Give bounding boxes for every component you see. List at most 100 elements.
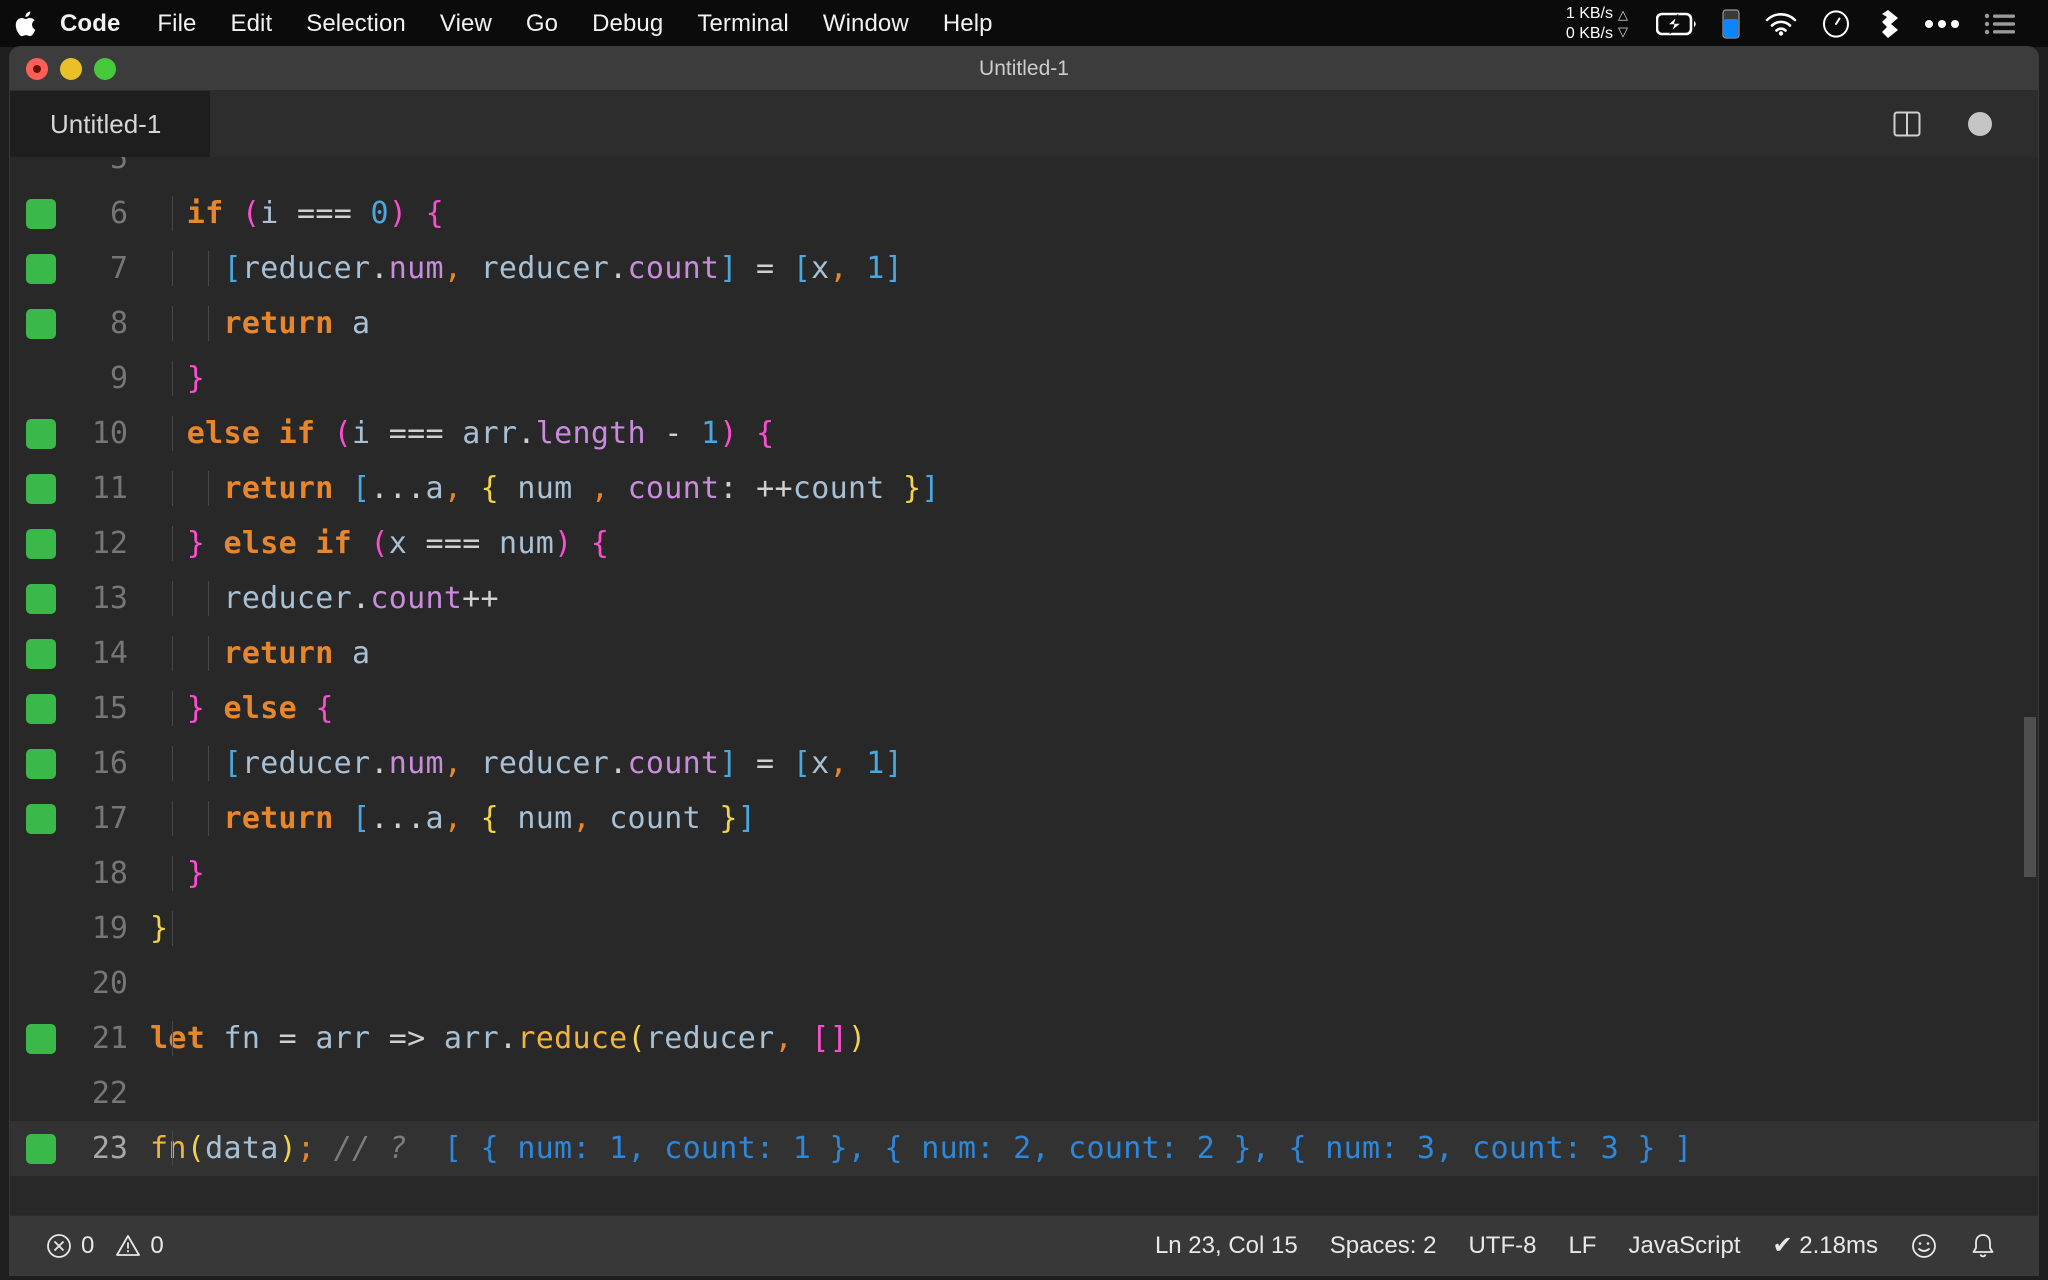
code-line[interactable]: 11 return [...a, { num , count: ++count … (10, 461, 2038, 516)
bell-icon[interactable] (1954, 1232, 2012, 1260)
code-line[interactable]: 12 } else if (x === num) { (10, 516, 2038, 571)
line-content: return [...a, { num , count: ++count }] (150, 471, 2038, 506)
coverage-marker (26, 198, 56, 229)
dropbox-icon[interactable] (1874, 9, 1900, 39)
menu-item-edit[interactable]: Edit (213, 0, 289, 47)
code-line[interactable]: 15 } else { (10, 681, 2038, 736)
code-line[interactable]: 18 } (10, 846, 2038, 901)
coverage-marker (26, 583, 56, 614)
menu-item-view[interactable]: View (423, 0, 509, 47)
code-token: num (388, 251, 444, 286)
code-token: reducer (241, 746, 371, 781)
code-token: ) (554, 526, 573, 561)
code-token: reduce (517, 1021, 628, 1056)
code-line[interactable]: 6 if (i === 0) { (10, 186, 2038, 241)
code-token: : (719, 471, 738, 506)
code-token: ] (921, 471, 940, 506)
code-line[interactable]: 10 else if (i === arr.length - 1) { (10, 406, 2038, 461)
run-time-indicator[interactable]: ✔ 2.18ms (1757, 1231, 1894, 1260)
indent-guide (208, 636, 209, 671)
unsaved-changes-dot[interactable] (1968, 112, 1992, 136)
battery-charging-icon[interactable] (1656, 12, 1698, 36)
code-line[interactable]: 16 [reducer.num, reducer.count] = [x, 1] (10, 736, 2038, 791)
encoding-setting[interactable]: UTF-8 (1452, 1232, 1552, 1260)
code-token: , (829, 251, 848, 286)
indent-guide (172, 746, 173, 781)
zoom-button[interactable] (94, 57, 116, 80)
status-bar-right: Ln 23, Col 15 Spaces: 2 UTF-8 LF JavaScr… (1139, 1231, 2038, 1260)
close-button[interactable] (26, 57, 48, 80)
tab-untitled-1[interactable]: Untitled-1 (10, 91, 210, 157)
code-line[interactable]: 5 (10, 157, 2038, 186)
line-number: 9 (109, 361, 128, 396)
coverage-marker (26, 253, 56, 284)
code-line[interactable]: 23 fn(data); // ? [ { num: 1, count: 1 },… (10, 1121, 2038, 1176)
cursor-position[interactable]: Ln 23, Col 15 (1139, 1232, 1314, 1260)
code-token: arr (462, 416, 518, 451)
split-editor-icon[interactable] (1892, 109, 1922, 139)
line-number: 18 (91, 856, 128, 891)
editor-vertical-scrollbar[interactable] (2024, 717, 2036, 877)
clock-icon[interactable] (1822, 9, 1850, 38)
code-line[interactable]: 9 } (10, 351, 2038, 406)
code-line[interactable]: 14 return a (10, 626, 2038, 681)
code-token: a (352, 306, 371, 341)
code-token: return (223, 471, 334, 506)
problems-indicator[interactable]: 0 0 (30, 1232, 180, 1260)
menu-item-help[interactable]: Help (926, 0, 1010, 47)
code-editor[interactable]: 5 6 if (i === 0) {7 [reducer.num, reducer… (10, 157, 2038, 1215)
code-line[interactable]: 13 reducer.count++ (10, 571, 2038, 626)
window-title: Untitled-1 (979, 56, 1069, 80)
menu-item-go[interactable]: Go (509, 0, 575, 47)
eol-setting[interactable]: LF (1552, 1232, 1612, 1260)
code-line[interactable]: 19} (10, 901, 2038, 956)
control-center-list-icon[interactable] (1984, 13, 2016, 35)
menu-item-debug[interactable]: Debug (575, 0, 680, 47)
line-number: 5 (109, 157, 128, 176)
code-line[interactable]: 17 return [...a, { num, count }] (10, 791, 2038, 846)
code-token: 0 (370, 196, 389, 231)
ellipsis-icon[interactable] (1924, 18, 1960, 30)
device-indicator-icon[interactable] (1722, 8, 1740, 39)
code-token: - (664, 416, 683, 451)
network-speed-indicator[interactable]: 1 KB/s 0 KB/s △ ▽ (1566, 4, 1628, 43)
code-token: ++ (756, 471, 793, 506)
code-line[interactable]: 7 [reducer.num, reducer.count] = [x, 1] (10, 241, 2038, 296)
menu-item-code[interactable]: Code (54, 0, 140, 47)
menu-item-file[interactable]: File (140, 0, 213, 47)
line-number: 16 (91, 746, 128, 781)
indentation-setting[interactable]: Spaces: 2 (1314, 1232, 1453, 1260)
code-token: } (186, 526, 206, 561)
code-token: return (223, 801, 334, 836)
code-line[interactable]: 22 (10, 1066, 2038, 1121)
minimize-button[interactable] (60, 57, 82, 80)
code-token: => (388, 1021, 426, 1056)
apple-logo-icon[interactable] (0, 10, 54, 38)
coverage-marker (26, 638, 56, 669)
code-token: num (517, 471, 573, 506)
smiley-icon[interactable] (1894, 1232, 1954, 1260)
wifi-icon[interactable] (1764, 12, 1798, 36)
code-token: { (480, 801, 499, 836)
language-mode[interactable]: JavaScript (1612, 1232, 1756, 1260)
indent-guide (172, 801, 173, 836)
menu-item-terminal[interactable]: Terminal (680, 0, 806, 47)
menu-item-window[interactable]: Window (806, 0, 926, 47)
code-line[interactable]: 21 let fn = arr => arr.reduce(reducer, []… (10, 1011, 2038, 1066)
menu-item-selection[interactable]: Selection (289, 0, 423, 47)
indent-guide (172, 361, 173, 396)
line-content: return a (150, 636, 2038, 671)
line-content: } else if (x === num) { (150, 526, 2038, 561)
code-line[interactable]: 20 (10, 956, 2038, 1011)
window-controls (10, 57, 116, 80)
line-content: } else { (150, 691, 2038, 726)
code-line[interactable]: 8 return a (10, 296, 2038, 351)
